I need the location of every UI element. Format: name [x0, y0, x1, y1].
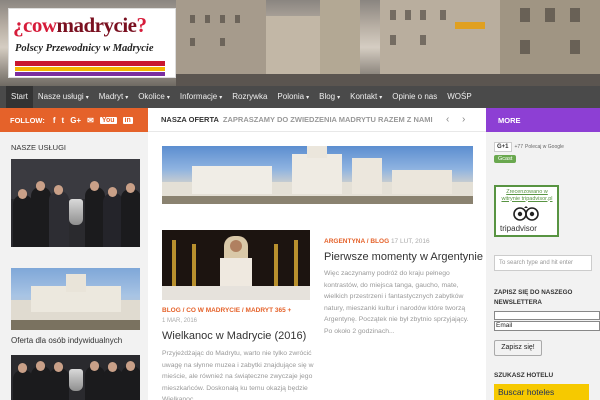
twitter-icon[interactable]: t — [62, 116, 65, 125]
nav-item-informacje[interactable]: Informacje ▾ — [175, 86, 227, 108]
search-input[interactable]: To search type and hit enter — [494, 255, 592, 271]
more-bar: MORE — [486, 108, 600, 132]
post-date: 1 MAR, 2016 — [162, 318, 198, 324]
hero-slider-image[interactable] — [162, 146, 473, 204]
main-nav: Start Nasze usługi ▾ Madryt ▾ Okolice ▾ Inf… — [0, 86, 600, 108]
youtube-icon[interactable]: You — [99, 116, 117, 124]
google-plus-icon[interactable]: G+ — [70, 116, 81, 125]
offer-tagline: ZAPRASZAMY DO ZWIEDZENIA MADRYTU RAZEM Z… — [222, 115, 433, 124]
tripadvisor-brand: tripadvisor — [500, 224, 537, 233]
follow-label: FOLLOW: — [10, 115, 45, 125]
chevron-down-icon: ▾ — [379, 95, 383, 101]
services-title: NASZE USŁUGI — [11, 143, 67, 152]
post-title[interactable]: Wielkanoc w Madrycie (2016) — [162, 330, 306, 342]
madrid-palace-photo[interactable] — [11, 268, 140, 330]
newsletter-email-field[interactable]: Email — [494, 321, 600, 331]
nav-item-rozrywka[interactable]: Rozrywka — [227, 86, 272, 108]
site-logo[interactable]: ¿cowmadrycie? Polscy Przewodnicy w Madry… — [8, 8, 176, 78]
hotel-title: SZUKASZ HOTELU — [494, 372, 554, 379]
post-date: 17 LUT, 2016 — [390, 238, 430, 245]
nav-item-wosp[interactable]: WOŚP — [442, 86, 476, 108]
offer-individual-link[interactable]: Oferta dla osób indywidualnych — [11, 336, 122, 345]
google-plus-widget: G+1 +77 Polecaj w Google — [494, 142, 564, 152]
logo-stripe-yellow — [15, 67, 165, 71]
nav-item-okolice[interactable]: Okolice ▾ — [133, 86, 175, 108]
tripadvisor-recommended: Zrecenzowano w witrynie tripadvisor.pl — [501, 189, 553, 202]
chevron-down-icon: ▾ — [337, 95, 341, 101]
logo-subtitle: Polscy Przewodnicy w Madrycie — [15, 43, 154, 54]
left-sidebar: FOLLOW: f t G+ ✉ You in NASZE USŁUGI Ofe… — [0, 108, 148, 400]
services-photo[interactable] — [11, 159, 140, 247]
header-street — [176, 74, 600, 86]
email-icon[interactable]: ✉ — [87, 116, 94, 125]
nav-item-blog[interactable]: Blog ▾ — [314, 86, 345, 108]
services-photo-2[interactable] — [11, 355, 140, 400]
post-excerpt: Przyjeżdżając do Madrytu, warto nie tylk… — [162, 350, 314, 400]
facebook-icon[interactable]: f — [53, 116, 56, 125]
main-content: NASZA OFERTA ZAPRASZAMY DO ZWIEDZENIA MA… — [148, 108, 486, 400]
post-categories[interactable]: ARGENTYNA / BLOG 17 LUT, 2016 — [324, 238, 430, 245]
nav-item-nasze-uslugi[interactable]: Nasze usługi ▾ — [33, 86, 94, 108]
chevron-down-icon: ▾ — [125, 95, 129, 101]
nav-item-start[interactable]: Start — [6, 86, 33, 108]
chevron-down-icon: ▾ — [166, 95, 170, 101]
logo-stripe-red — [15, 61, 165, 66]
chevron-down-icon: ▾ — [219, 95, 223, 101]
post-easter-image[interactable] — [162, 230, 310, 300]
chevron-down-icon: ▾ — [306, 95, 310, 101]
nav-item-polonia[interactable]: Polonia ▾ — [272, 86, 314, 108]
google-plus-text: Polecaj w Google — [525, 144, 564, 150]
tripadvisor-badge[interactable]: Zrecenzowano w witrynie tripadvisor.pl t… — [494, 185, 559, 237]
chevron-down-icon: ▾ — [85, 95, 89, 101]
offer-label: NASZA OFERTA — [161, 115, 219, 124]
header-shop-sign — [455, 22, 485, 29]
newsletter-title: ZAPISZ SIĘ DO NASZEGO NEWSLETTERA — [494, 289, 573, 306]
newsletter-submit-button[interactable]: Zapisz się! — [494, 340, 542, 356]
gcast-button[interactable]: Gcast — [494, 155, 517, 163]
chevron-left-icon[interactable]: ‹ — [446, 114, 449, 125]
nav-item-kontakt[interactable]: Kontakt ▾ — [345, 86, 387, 108]
post-categories[interactable]: BLOG / CO W MADRYCIE / MADRYT 365 + — [162, 307, 291, 314]
google-plus-button[interactable]: G+1 — [494, 142, 512, 152]
newsletter-name-field[interactable] — [494, 311, 600, 320]
linkedin-icon[interactable]: in — [122, 116, 133, 124]
post-title[interactable]: Pierwsze momenty w Argentynie — [324, 251, 483, 263]
offer-bar: NASZA OFERTA ZAPRASZAMY DO ZWIEDZENIA MA… — [148, 108, 486, 132]
nav-item-opinie[interactable]: Opinie o nas — [387, 86, 442, 108]
site-header: ¿cowmadrycie? Polscy Przewodnicy w Madry… — [0, 0, 600, 86]
tripadvisor-owl-icon — [513, 206, 539, 221]
follow-bar: FOLLOW: f t G+ ✉ You in — [0, 108, 148, 132]
chevron-right-icon[interactable]: › — [462, 114, 465, 125]
logo-stripe-purple — [15, 72, 165, 76]
nav-item-madryt[interactable]: Madryt ▾ — [94, 86, 133, 108]
google-plus-count: +77 — [514, 144, 523, 150]
logo-title: ¿cowmadrycie? — [13, 13, 147, 37]
hotel-search-button[interactable]: Buscar hoteles — [494, 384, 589, 400]
right-sidebar: MORE G+1 +77 Polecaj w Google Gcast Zrec… — [486, 108, 600, 400]
post-excerpt: Więc zaczynamy podróż do kraju pełnego k… — [324, 270, 469, 335]
